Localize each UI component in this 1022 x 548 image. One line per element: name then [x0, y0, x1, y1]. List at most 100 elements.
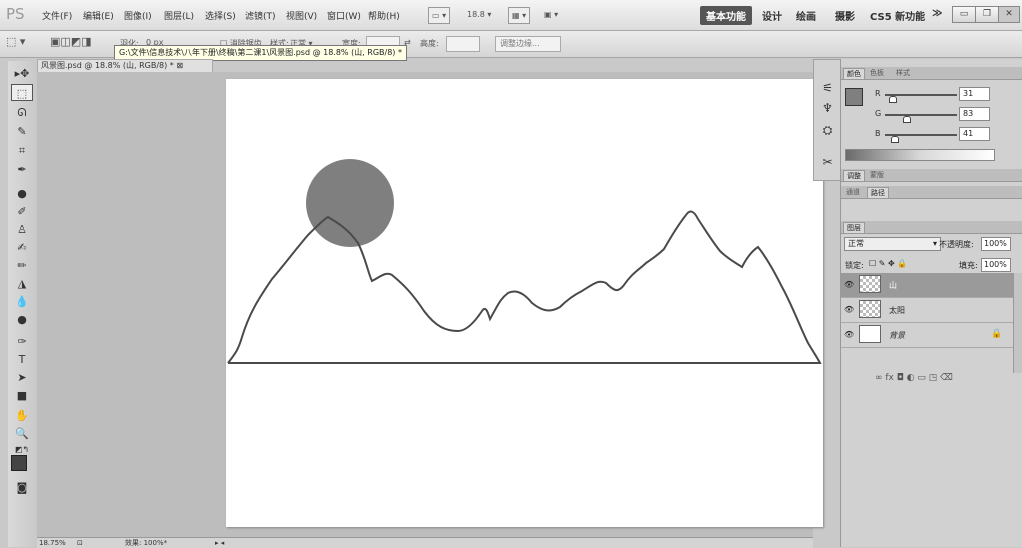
r-label: R [875, 89, 881, 98]
marquee-preset-icon[interactable]: ⬚ ▾ [6, 35, 25, 48]
actions-icon[interactable]: ♆ [819, 100, 836, 117]
tab-channels[interactable]: 通道 [843, 187, 863, 197]
workspace-design[interactable]: 设计 [762, 8, 782, 23]
tab-masks[interactable]: 蒙版 [867, 170, 887, 180]
refine-edge-button[interactable]: 调整边缘... [495, 36, 561, 52]
opacity-label: 不透明度: [939, 240, 974, 249]
color-spectrum-bar[interactable] [845, 149, 995, 161]
tab-swatches[interactable]: 色板 [867, 68, 887, 78]
crop-tool-icon[interactable]: ⌗ [11, 142, 33, 159]
screen-mode-button[interactable]: ▣ ▾ [541, 7, 561, 22]
paint-bucket-tool-icon[interactable]: ◮ [11, 275, 33, 292]
fill-input[interactable]: 100% [981, 258, 1011, 272]
launch-bridge-button[interactable]: ▭ ▾ [428, 7, 451, 24]
r-slider-handle[interactable] [889, 96, 897, 103]
visibility-eye-icon[interactable]: 👁 [844, 305, 854, 314]
workspace-more[interactable]: ≫ [932, 8, 942, 19]
tab-layers[interactable]: 图层 [843, 222, 865, 233]
g-label: G [875, 109, 882, 118]
color-foreground-swatch[interactable] [845, 88, 863, 106]
visibility-eye-icon[interactable]: 👁 [844, 280, 854, 289]
tab-adjustments[interactable]: 调整 [843, 170, 865, 181]
clone-stamp-tool-icon[interactable]: ♙ [11, 221, 33, 238]
layer-thumbnail [859, 325, 881, 343]
quick-mask-icon[interactable]: ◙ [11, 479, 33, 496]
dodge-tool-icon[interactable]: ● [11, 311, 33, 328]
g-value[interactable]: 83 [959, 107, 990, 121]
g-slider-handle[interactable] [903, 116, 911, 123]
menu-window[interactable]: 窗口(W) [327, 9, 361, 22]
opacity-input[interactable]: 100% [981, 237, 1011, 251]
blur-tool-icon[interactable]: 💧 [11, 293, 33, 310]
tab-color[interactable]: 颜色 [843, 68, 865, 79]
layer-row-sun[interactable]: 👁 太阳 [841, 298, 1013, 323]
brush-tool-icon[interactable]: ✐ [11, 203, 33, 220]
menu-filter[interactable]: 滤镜(T) [245, 9, 276, 22]
arrange-documents-button[interactable]: ▦ ▾ [508, 7, 531, 24]
b-value[interactable]: 41 [959, 127, 990, 141]
tools-panel: ▸✥ ⬚ ᘏ ✎ ⌗ ✒ ● ✐ ♙ ✍ ✏ ◮ 💧 ● ✑ T ➤ ■ ✋ 🔍… [8, 61, 38, 547]
adjustments-panel-tabs: 调整 蒙版 [841, 169, 1022, 182]
workspace-painting[interactable]: 绘画 [796, 8, 816, 23]
status-bar: 18.75% ⊡ 效果: 100%* ▸ ◂ [37, 537, 813, 548]
zoom-tool-icon[interactable]: 🔍 [11, 425, 33, 442]
foreground-color-swatch[interactable] [11, 455, 27, 471]
move-tool-icon[interactable]: ▸✥ [11, 65, 33, 82]
workspace-cs5-new[interactable]: CS5 新功能 [870, 8, 925, 23]
height-input[interactable] [446, 36, 480, 52]
lock-icons[interactable]: ☐ ✎ ✥ 🔒 [869, 259, 907, 268]
menu-layer[interactable]: 图层(L) [164, 9, 194, 22]
menu-select[interactable]: 选择(S) [205, 9, 236, 22]
path-selection-tool-icon[interactable]: ➤ [11, 369, 33, 386]
mountain-outline [227, 210, 822, 364]
menu-help[interactable]: 帮助(H) [368, 9, 400, 22]
right-panel-dock: 颜色 色板 样式 R 31 G 83 B 41 调整 蒙版 通道 路径 图层 正… [840, 59, 1022, 547]
color-panel-tabs: 颜色 色板 样式 [841, 67, 1022, 80]
spot-healing-tool-icon[interactable]: ● [11, 185, 33, 202]
tool-presets-icon[interactable]: ✂ [819, 154, 836, 171]
close-button[interactable]: ✕ [998, 6, 1020, 23]
eyedropper-tool-icon[interactable]: ✒ [11, 161, 33, 178]
menu-image[interactable]: 图像(I) [124, 9, 152, 22]
lock-icon: 🔒 [991, 329, 1003, 339]
workspace-essentials[interactable]: 基本功能 [700, 6, 752, 25]
document-canvas[interactable] [226, 79, 823, 527]
visibility-eye-icon[interactable]: 👁 [844, 330, 854, 339]
type-tool-icon[interactable]: T [11, 351, 33, 368]
menu-file[interactable]: 文件(F) [42, 9, 72, 22]
menu-view[interactable]: 视图(V) [286, 9, 317, 22]
minimize-button[interactable]: ▭ [952, 6, 976, 23]
menu-edit[interactable]: 编辑(E) [83, 9, 114, 22]
layer-row-background[interactable]: 👁 背景 🔒 [841, 323, 1013, 348]
eraser-tool-icon[interactable]: ✏ [11, 257, 33, 274]
b-slider-handle[interactable] [891, 136, 899, 143]
height-label: 高度: [420, 39, 439, 48]
layer-name[interactable]: 背景 [889, 330, 905, 341]
shape-tool-icon[interactable]: ■ [11, 387, 33, 404]
layer-row-mountain[interactable]: 👁 山 [841, 273, 1013, 298]
selection-mode-icons[interactable]: ▣◫◩◨ [50, 35, 92, 48]
history-icon[interactable]: ⚟ [819, 80, 836, 97]
quick-selection-tool-icon[interactable]: ✎ [11, 123, 33, 140]
workspace-photography[interactable]: 摄影 [835, 8, 855, 23]
clone-source-icon[interactable]: ⛭ [819, 122, 836, 139]
panel-icon-strip: ⚟ ♆ ⛭ ✂ [813, 59, 842, 181]
tab-styles[interactable]: 样式 [893, 68, 913, 78]
pen-tool-icon[interactable]: ✑ [11, 333, 33, 350]
layer-name[interactable]: 太阳 [889, 305, 905, 316]
blend-mode-select[interactable]: 正常 ▾ [844, 237, 941, 251]
g-slider[interactable] [885, 114, 957, 116]
lasso-tool-icon[interactable]: ᘏ [11, 104, 33, 121]
history-brush-tool-icon[interactable]: ✍ [11, 239, 33, 256]
zoom-level[interactable]: 18.8 ▾ [464, 7, 494, 22]
hand-tool-icon[interactable]: ✋ [11, 407, 33, 424]
rectangular-marquee-tool-icon[interactable]: ⬚ [11, 84, 33, 101]
tab-paths[interactable]: 路径 [867, 187, 889, 198]
layer-name[interactable]: 山 [889, 280, 897, 291]
layers-scrollbar[interactable] [1013, 273, 1022, 373]
restore-button[interactable]: ❐ [975, 6, 999, 23]
layer-thumbnail [859, 300, 881, 318]
r-value[interactable]: 31 [959, 87, 990, 101]
layers-footer-icons[interactable]: ∞ fx ◘ ◐ ▭ ◳ ⌫ [875, 373, 953, 383]
document-tab[interactable]: 风景图.psd @ 18.8% (山, RGB/8) * ⊠ [37, 59, 213, 73]
